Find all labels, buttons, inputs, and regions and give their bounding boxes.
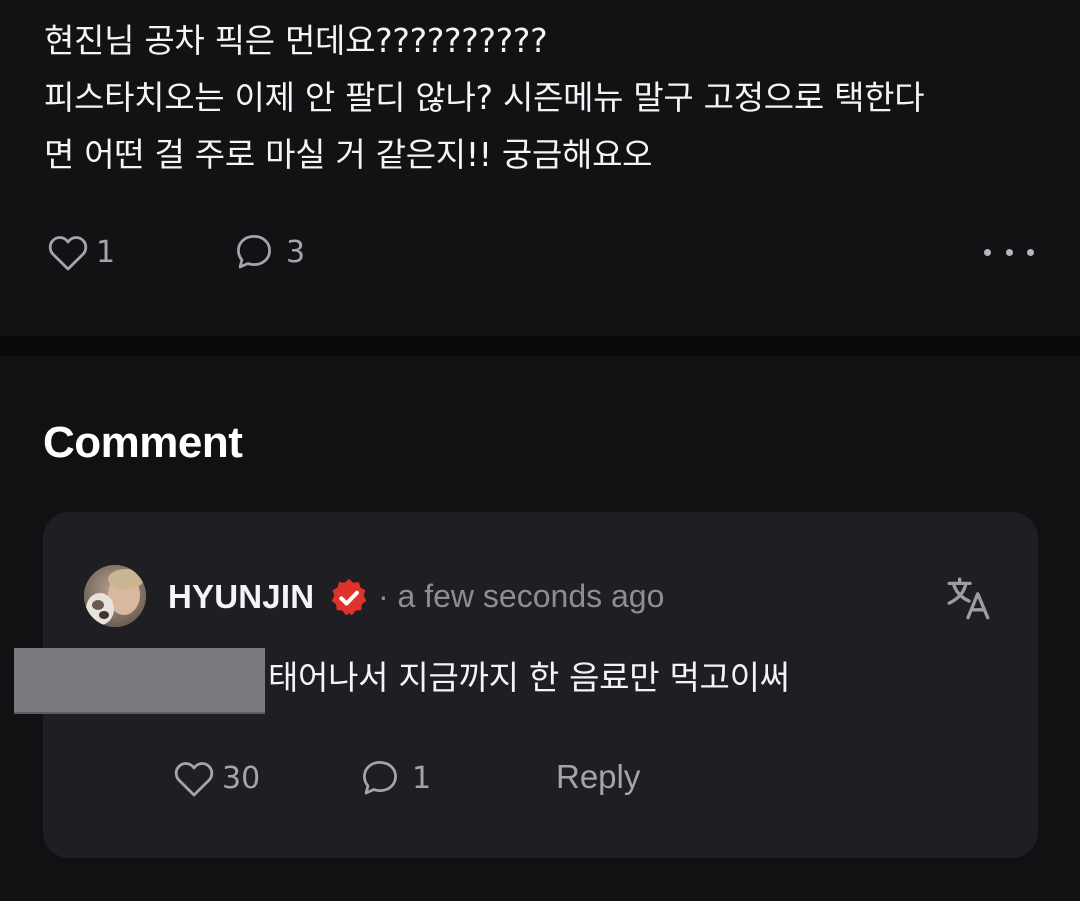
- post-comment-button[interactable]: 3: [232, 226, 305, 278]
- post: 현진님 공차 픽은 먼데요?????????? 피스타치오는 이제 안 팔디 않…: [0, 0, 1080, 336]
- comment-author[interactable]: HYUNJIN: [168, 578, 314, 616]
- comment-like-count: 30: [222, 760, 261, 796]
- post-comment-count: 3: [286, 234, 306, 270]
- reply-button[interactable]: Reply: [556, 752, 640, 802]
- section-divider: [0, 336, 1080, 356]
- app-screen: 현진님 공차 픽은 먼데요?????????? 피스타치오는 이제 안 팔디 않…: [0, 0, 1080, 901]
- post-body: 현진님 공차 픽은 먼데요?????????? 피스타치오는 이제 안 팔디 않…: [44, 21, 925, 174]
- translate-icon[interactable]: [944, 574, 994, 624]
- avatar[interactable]: [84, 565, 146, 627]
- more-options-button[interactable]: [984, 226, 1034, 278]
- more-horizontal-icon-dot: [1005, 248, 1013, 256]
- more-horizontal-icon-dot: [1027, 248, 1034, 256]
- comment-text: 태어나서 지금까지 한 음료만 먹고이써: [268, 658, 790, 697]
- comment-reply-count: 1: [412, 760, 432, 796]
- more-horizontal-icon-dot: [984, 248, 991, 256]
- avatar-image: [84, 565, 146, 627]
- speech-bubble-icon: [237, 235, 271, 269]
- comment-like-button[interactable]: 30: [170, 752, 260, 804]
- post-actions: 1 3: [44, 226, 1034, 278]
- comment-replies-button[interactable]: 1: [358, 752, 431, 804]
- speech-bubble-icon: [363, 761, 397, 795]
- verified-badge-icon: [331, 578, 367, 616]
- heart-outline-icon: [48, 236, 88, 271]
- redacted-area: [14, 648, 265, 714]
- comment-section-title: Comment: [43, 418, 243, 467]
- post-like-button[interactable]: 1: [44, 226, 115, 278]
- comment-timestamp: · a few seconds ago: [378, 578, 665, 614]
- post-like-count: 1: [96, 234, 116, 270]
- heart-outline-icon: [174, 762, 214, 797]
- comment-actions: 30 1 Reply: [170, 752, 670, 802]
